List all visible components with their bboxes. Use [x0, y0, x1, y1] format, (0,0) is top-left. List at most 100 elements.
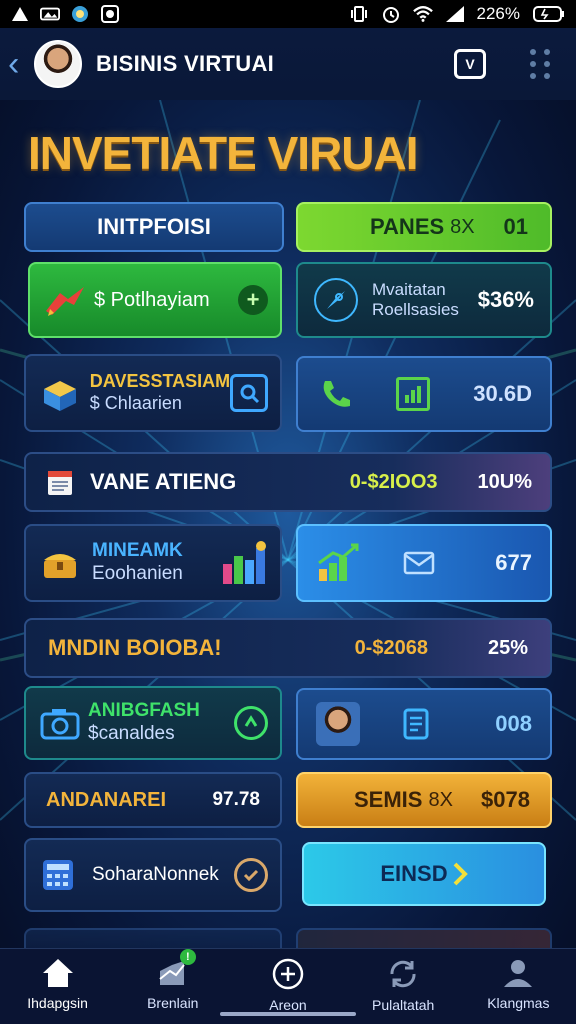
nav-label-pulaltatah: Pulaltatah [372, 997, 435, 1013]
nav-label-klangmas: Klangmas [487, 995, 550, 1011]
headline: INVETIATE VIRUAI [28, 127, 419, 179]
more-options-icon[interactable] [530, 49, 552, 79]
calculator-icon [38, 858, 78, 892]
tab-panes-suffix: 8X [450, 215, 475, 238]
growth-chart-icon [316, 543, 360, 583]
row2-title: MNDIN BOIOBA! [48, 635, 222, 660]
notification-app-icon [70, 5, 90, 23]
nav-label-areon: Areon [269, 997, 307, 1013]
angr-card[interactable]: ANIBGFASH $canaldes [24, 686, 282, 760]
row1-pct: 10U% [477, 470, 532, 493]
mail-icon[interactable] [402, 549, 436, 577]
invest-line2: $ Chlaarien [89, 393, 182, 413]
nav-label-home: Ihdapgsin [27, 995, 88, 1011]
calendar-icon [44, 467, 76, 497]
growth-value: 677 [495, 550, 532, 575]
andan-card[interactable]: ANDANAREI 97.78 [24, 772, 282, 828]
angr-line1: ANIBGFASH [88, 700, 200, 722]
motivation-line2: Roellsasies [372, 300, 459, 319]
mine-line1: MINEAMK [92, 540, 183, 562]
mine-card[interactable]: MINEAMK Eoohanien [24, 524, 282, 602]
phone-icon[interactable] [316, 377, 356, 411]
header-action-button[interactable]: V [454, 49, 486, 79]
nav-item-pulaltatah[interactable]: Pulaltatah [348, 957, 458, 1013]
page-title: BISINIS VIRTUAI [96, 51, 275, 76]
back-arrow-icon[interactable]: ‹ [8, 47, 30, 81]
tab-panes-value: 01 [503, 214, 528, 239]
person-card[interactable]: 008 [296, 688, 552, 760]
bar-chart-icon [396, 377, 430, 411]
andan-label: ANDANAREI [46, 788, 166, 811]
vane-row[interactable]: VANE ATIENG 0-$2IOO3 10U% [24, 452, 552, 512]
nav-item-areon[interactable]: Areon [233, 957, 343, 1013]
motivation-card[interactable]: Mvaitatan Roellsasies $36% [296, 262, 552, 338]
sohar-card[interactable]: SoharaNonnek [24, 838, 282, 912]
search-icon[interactable] [230, 374, 268, 412]
treasure-chest-icon [38, 546, 82, 580]
semis-label: SEMIS [354, 787, 423, 812]
rocket-circle-icon [314, 278, 358, 322]
invest-card[interactable]: DAVESSTASIAM $ Chlaarien [24, 354, 282, 432]
plus-circle-icon [271, 957, 305, 991]
growth-card[interactable]: 677 [296, 524, 552, 602]
home-indicator[interactable] [220, 1012, 356, 1016]
notification-shield-icon [100, 5, 120, 23]
battery-icon [532, 5, 566, 23]
row1-range: 0-$2IOO3 [349, 470, 438, 493]
app-header: ‹ BISINIS VIRTUAI V [0, 28, 576, 100]
nav-item-brenlain[interactable]: ! Brenlain [118, 949, 228, 1011]
signal-icon [445, 5, 465, 23]
rocket-icon [42, 283, 88, 317]
chevron-right-icon [452, 861, 468, 887]
semis-value: $078 [481, 787, 530, 812]
sohar-label: SoharaNonnek [92, 864, 219, 885]
refresh-icon [386, 957, 420, 991]
angr-line2: $canaldes [88, 723, 175, 744]
vibrate-icon [349, 5, 369, 23]
document-icon[interactable] [402, 708, 430, 740]
invest-line1: DAVESSTASIAM [89, 371, 231, 392]
person-value: 008 [495, 711, 532, 736]
tab-panes[interactable]: PANES 8X 01 [296, 202, 552, 252]
tab-panes-label: PANES [370, 214, 445, 239]
status-bar: 226% [0, 0, 576, 28]
mine-line2: Eoohanien [92, 563, 183, 584]
semis-card[interactable]: SEMIS 8X $078 [296, 772, 552, 828]
cube-stack-icon [38, 375, 82, 411]
wifi-icon [412, 5, 433, 23]
stats-bars-icon [220, 540, 268, 586]
alarm-icon [381, 5, 401, 23]
tab-initpfoisi[interactable]: INITPFOISI [24, 202, 284, 252]
semis-suffix: 8X [428, 788, 453, 811]
payout-card[interactable]: $ Potlhayiam + [28, 262, 282, 338]
notification-a-icon [10, 5, 30, 23]
avatar[interactable] [34, 40, 82, 88]
motivation-line1: Mvaitatan [372, 279, 446, 299]
nav-badge: ! [179, 949, 196, 965]
nav-label-brenlain: Brenlain [147, 995, 199, 1011]
payout-label: $ Potlhayiam [94, 288, 210, 311]
mndin-row[interactable]: MNDIN BOIOBA! 0-$2068 25% [24, 618, 552, 678]
phone-card[interactable]: 30.6D [296, 356, 552, 432]
row2-pct: 25% [487, 636, 528, 659]
camera-icon [38, 706, 82, 740]
nav-item-home[interactable]: Ihdapgsin [3, 957, 113, 1011]
add-circle-icon[interactable]: + [238, 285, 268, 315]
row1-title: VANE ATIENG [90, 469, 237, 494]
check-circle-icon[interactable] [234, 858, 268, 892]
andan-value: 97.78 [212, 789, 260, 810]
einsd-button[interactable]: EINSD [302, 842, 546, 906]
einsd-label: EINSD [380, 861, 448, 886]
notification-gallery-icon [40, 5, 60, 23]
motivation-value: $36% [477, 287, 534, 312]
chart-icon: ! [156, 949, 196, 989]
row2-range: 0-$2068 [354, 636, 428, 659]
profile-icon [501, 957, 535, 989]
nav-item-klangmas[interactable]: Klangmas [463, 957, 573, 1011]
refresh-circle-icon[interactable] [234, 706, 268, 740]
battery-text: 226% [476, 4, 520, 23]
home-icon [41, 957, 75, 989]
tab-initpfoisi-label: INITPFOISI [97, 214, 211, 239]
phone-value: 30.6D [473, 381, 532, 406]
person-avatar [316, 702, 360, 746]
